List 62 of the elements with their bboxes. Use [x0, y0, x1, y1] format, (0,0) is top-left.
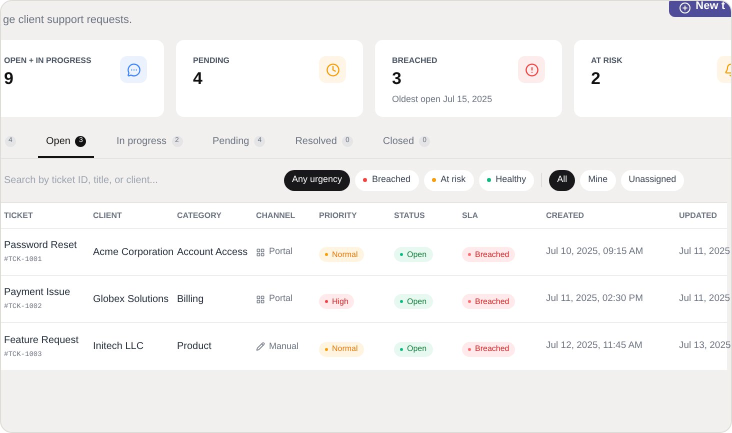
channel-label: Manual	[269, 340, 299, 353]
grid-icon	[256, 248, 265, 256]
stat-label: BREACHED	[392, 55, 438, 67]
column-header: SLA	[462, 210, 479, 222]
new-ticket-button[interactable]: New t	[668, 1, 731, 17]
status-badge: Open	[394, 342, 433, 356]
stat-label: OPEN + IN PROGRESS	[4, 55, 92, 67]
table-cell-text: Billing	[177, 292, 205, 306]
plus-icon	[678, 2, 691, 14]
stat-value: 2	[591, 68, 602, 90]
column-header: CHANNEL	[256, 210, 296, 222]
priority-badge: Normal	[319, 247, 364, 262]
owner-filter[interactable]: All	[549, 170, 576, 190]
sla-badge: Breached	[462, 247, 516, 262]
urgency-filter[interactable]: At risk	[424, 170, 474, 190]
page-subtitle: ge client support requests.	[3, 13, 132, 28]
pencil-icon	[256, 342, 265, 351]
sla-badge: Breached	[462, 342, 516, 356]
column-header: TICKET	[4, 210, 34, 222]
stat-value: 4	[193, 68, 204, 90]
updated-date: Jul 11, 2025	[679, 292, 730, 306]
table-cell-text: Acme Corporation	[93, 246, 175, 260]
sla-badge: Breached	[462, 294, 516, 309]
stat-label: AT RISK	[591, 55, 622, 67]
alert-icon	[524, 62, 538, 76]
ticket-title: Payment Issue	[4, 286, 72, 300]
stat-label: PENDING	[193, 55, 230, 67]
grid-icon	[256, 294, 265, 304]
table-cell-text: Initech LLC	[93, 340, 145, 354]
status-badge: Open	[394, 294, 433, 309]
priority-badge: Normal	[319, 342, 364, 356]
table-cell-text: Product	[177, 340, 212, 354]
column-header: STATUS	[394, 210, 426, 222]
urgency-filter[interactable]: Healthy	[478, 170, 534, 190]
channel-label: Portal	[269, 292, 293, 306]
chat-icon	[126, 62, 140, 76]
stat-note: Oldest open Jul 15, 2025	[392, 93, 492, 106]
updated-date: Jul 11, 2025	[679, 244, 730, 259]
urgency-filter[interactable]: Breached	[355, 170, 419, 190]
updated-date: Jul 13, 2025	[679, 339, 731, 354]
column-header: CLIENT	[93, 210, 123, 222]
stat-value: 3	[392, 68, 402, 90]
created-date: Jul 12, 2025, 11:45 AM	[546, 339, 644, 354]
channel-label: Portal	[269, 245, 293, 258]
column-header: PRIORITY	[319, 210, 358, 222]
ticket-title: Feature Request	[4, 334, 80, 348]
table-cell-text: Account Access	[177, 246, 249, 260]
status-badge: Open	[394, 247, 433, 262]
owner-filter[interactable]: Unassigned	[620, 170, 684, 190]
urgency-filter[interactable]: Any urgency	[284, 170, 350, 190]
ticket-title: Password Reset	[4, 239, 78, 254]
clock-icon	[326, 62, 340, 76]
priority-badge: High	[319, 294, 354, 309]
table-cell-text: Globex Solutions	[93, 292, 170, 306]
created-date: Jul 10, 2025, 09:15 AM	[546, 244, 644, 259]
column-header: CREATED	[546, 210, 586, 222]
search-field[interactable]: Search by ticket ID, title, or client...	[4, 172, 274, 188]
stat-value: 9	[4, 68, 14, 90]
owner-filter[interactable]: Mine	[580, 170, 616, 190]
created-date: Jul 11, 2025, 02:30 PM	[546, 292, 644, 306]
column-header: UPDATED	[679, 210, 718, 222]
column-header: CATEGORY	[177, 210, 222, 222]
